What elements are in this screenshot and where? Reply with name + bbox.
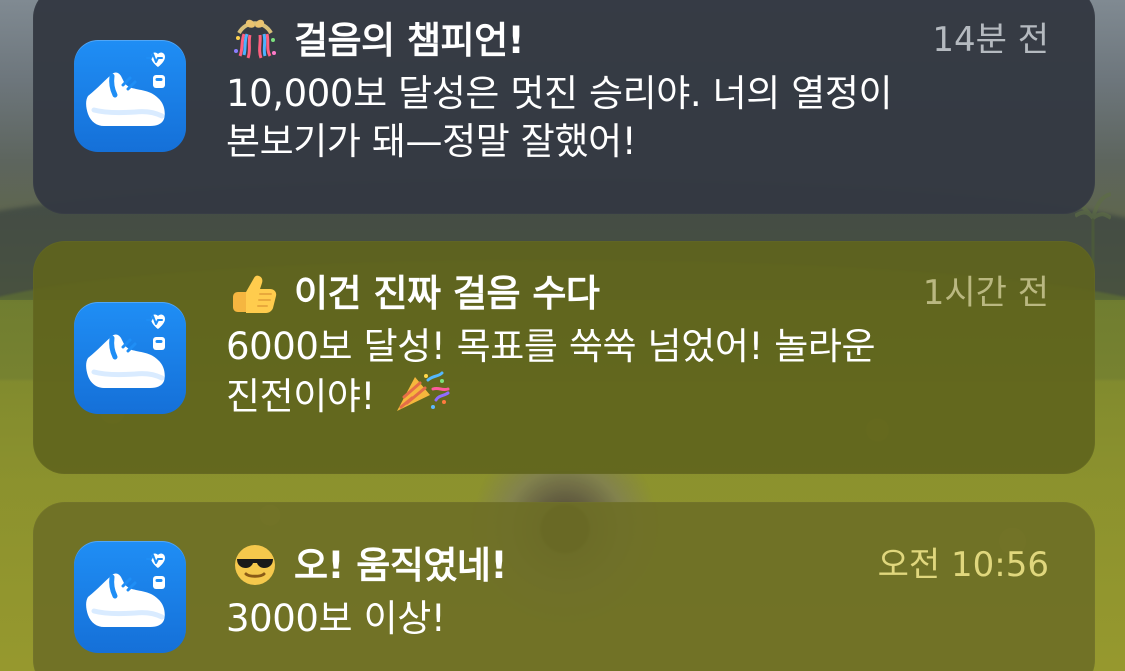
notification-body-2: 6000보 달성! 목표를 쑥쑥 넘었어! 놀라운 진전이야! (226, 323, 1049, 421)
notification-card-3[interactable]: 오! 움직였네! 오전 10:56 3000보 이상! (33, 502, 1095, 671)
notification-body-line: 본보기가 돼—정말 잘했어! (226, 120, 637, 163)
notification-body-text: 진전이야! (226, 375, 375, 418)
notification-card-1[interactable]: 걸음의 챔피언! 14분 전 10,000보 달성은 멋진 승리야. 너의 열정… (33, 0, 1095, 214)
notification-time: 14분 전 (932, 20, 1049, 60)
notification-title: 걸음의 챔피언! (294, 18, 525, 62)
notification-card-2[interactable]: 이건 진짜 걸음 수다 1시간 전 6000보 달성! 목표를 쑥쑥 넘었어! … (33, 241, 1095, 474)
notification-body-line: 6000보 달성! 목표를 쑥쑥 넘었어! 놀라운 (226, 325, 876, 368)
pedometer-shoe-icon (74, 40, 186, 152)
notification-body-line: 3000보 이상! (226, 597, 446, 640)
pedometer-shoe-icon (74, 541, 186, 653)
notification-title: 이건 진짜 걸음 수다 (294, 271, 600, 315)
notification-title-wrap-3: 오! 움직였네! (226, 543, 507, 587)
notification-header-1: 걸음의 챔피언! 14분 전 (226, 14, 1049, 66)
notification-body-line-with-icon: 진전이야! (226, 371, 1049, 421)
thumbs-up-icon (226, 271, 284, 315)
notification-content-1: 걸음의 챔피언! 14분 전 10,000보 달성은 멋진 승리야. 너의 열정… (226, 14, 1049, 166)
party-popper-icon (392, 371, 452, 417)
notification-time: 오전 10:56 (877, 545, 1049, 585)
sunglasses-face-icon (226, 543, 284, 587)
notification-body-1: 10,000보 달성은 멋진 승리야. 너의 열정이 본보기가 돼—정말 잘했어… (226, 70, 1049, 166)
notification-title-wrap-2: 이건 진짜 걸음 수다 (226, 271, 600, 315)
notification-header-3: 오! 움직였네! 오전 10:56 (226, 539, 1049, 591)
confetti-ball-icon (226, 18, 284, 62)
notification-content-2: 이건 진짜 걸음 수다 1시간 전 6000보 달성! 목표를 쑥쑥 넘었어! … (226, 267, 1049, 421)
pedometer-shoe-icon (74, 302, 186, 414)
notification-title-wrap-1: 걸음의 챔피언! (226, 18, 525, 62)
notification-body-3: 3000보 이상! (226, 595, 1049, 643)
notification-header-2: 이건 진짜 걸음 수다 1시간 전 (226, 267, 1049, 319)
notification-title: 오! 움직였네! (294, 543, 507, 587)
notification-time: 1시간 전 (922, 273, 1049, 313)
notification-body-line: 10,000보 달성은 멋진 승리야. 너의 열정이 (226, 72, 893, 115)
notification-content-3: 오! 움직였네! 오전 10:56 3000보 이상! (226, 539, 1049, 643)
